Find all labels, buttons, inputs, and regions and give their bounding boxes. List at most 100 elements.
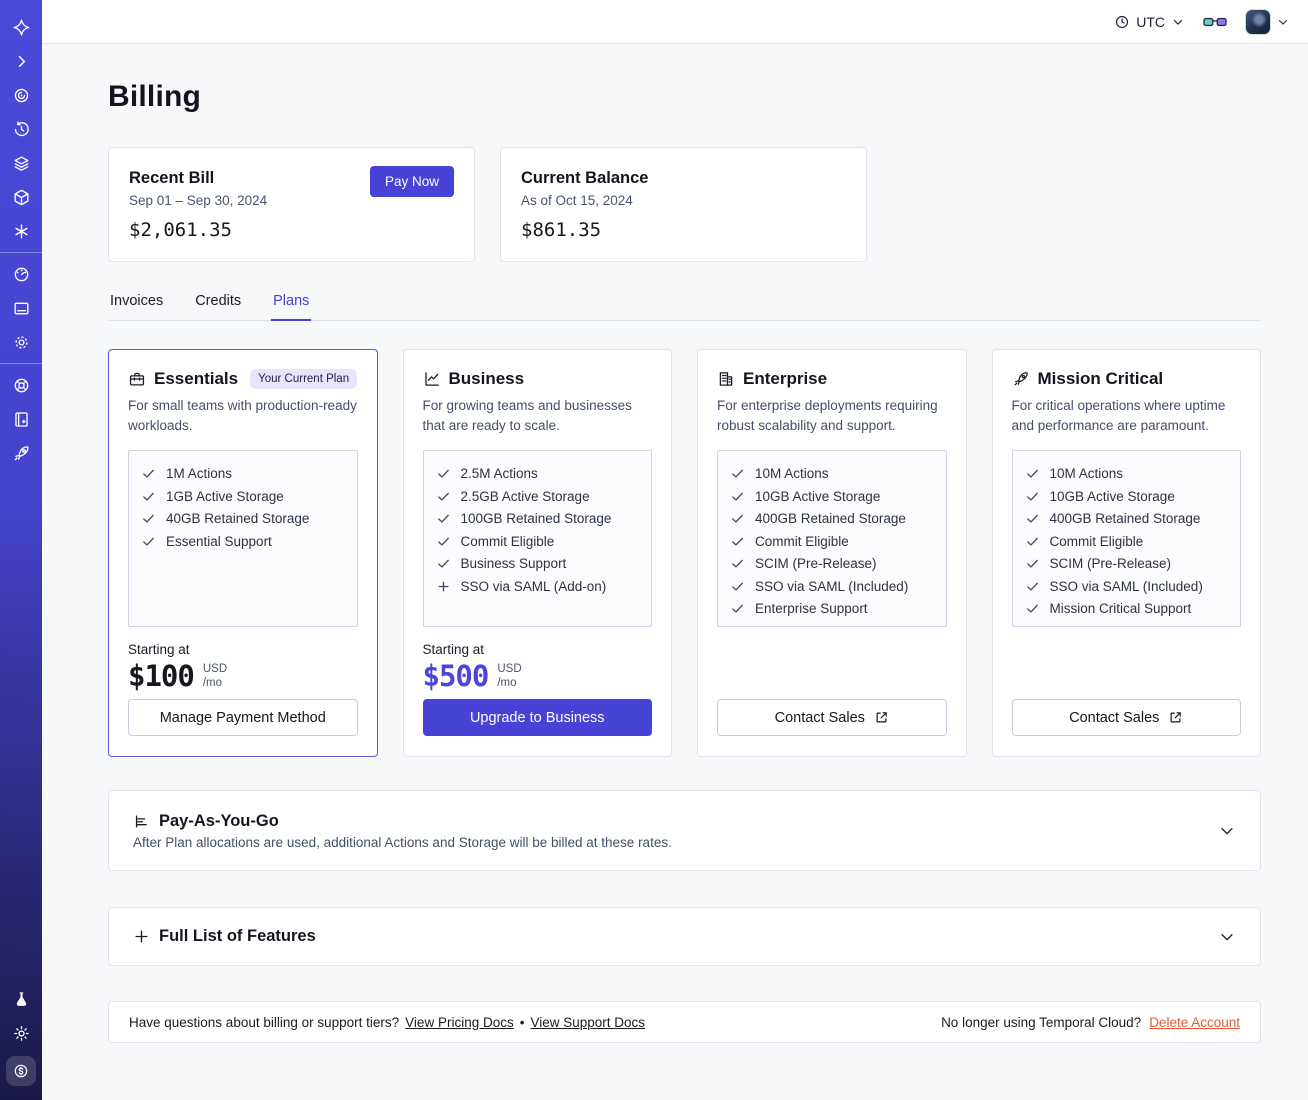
glasses-icon[interactable] [1203, 14, 1227, 30]
current-balance-title: Current Balance [521, 169, 649, 187]
footer-right-text: No longer using Temporal Cloud? [941, 1014, 1142, 1030]
chevron-down-icon [1171, 15, 1185, 29]
tab-invoices[interactable]: Invoices [108, 287, 165, 320]
footer-separator: • [519, 1014, 525, 1030]
plan-feature: 400GB Retained Storage [1025, 511, 1229, 526]
plan-feature: Commit Eligible [1025, 534, 1229, 549]
check-icon [436, 556, 451, 571]
check-icon [141, 466, 156, 481]
plan-feature: 10M Actions [1025, 466, 1229, 481]
pricing-docs-link[interactable]: View Pricing Docs [405, 1015, 514, 1030]
plan-feature: Commit Eligible [436, 534, 640, 549]
target-icon[interactable] [4, 78, 38, 112]
external-link-icon [1168, 710, 1183, 725]
check-icon [436, 534, 451, 549]
temporal-logo-icon[interactable] [4, 10, 38, 44]
price-currency: USD [497, 663, 522, 675]
support-docs-link[interactable]: View Support Docs [530, 1015, 645, 1030]
gauge-icon[interactable] [4, 257, 38, 291]
check-icon [1025, 489, 1040, 504]
book-icon[interactable] [4, 402, 38, 436]
plan-feature: 2.5M Actions [436, 466, 640, 481]
payg-subtitle: After Plan allocations are used, additio… [133, 834, 672, 850]
rocket-icon [1012, 370, 1030, 388]
plan-card-business: Business For growing teams and businesse… [402, 349, 672, 757]
rocket-icon[interactable] [4, 436, 38, 470]
timezone-picker[interactable]: UTC [1114, 14, 1185, 30]
plan-feature: SSO via SAML (Included) [730, 579, 934, 594]
plan-feature: Essential Support [141, 534, 345, 549]
plan-price: $100 [128, 659, 195, 693]
retry-clock-icon[interactable] [4, 112, 38, 146]
chevron-down-icon[interactable] [1218, 928, 1236, 946]
contact-sales-button[interactable]: Contact Sales [717, 699, 947, 736]
payg-accordion[interactable]: Pay-As-You-Go After Plan allocations are… [108, 790, 1261, 871]
cube-icon[interactable] [4, 180, 38, 214]
sun-icon[interactable] [4, 1016, 38, 1050]
check-icon [436, 466, 451, 481]
check-icon [1025, 511, 1040, 526]
current-balance-card: Current Balance As of Oct 15, 2024 $861.… [500, 147, 867, 262]
summary-row: Recent Bill Sep 01 – Sep 30, 2024 $2,061… [108, 147, 1261, 262]
plan-feature: Commit Eligible [730, 534, 934, 549]
current-plan-badge: Your Current Plan [250, 369, 358, 389]
starting-at-label: Starting at [422, 642, 485, 657]
lifebuoy-icon[interactable] [4, 368, 38, 402]
account-menu[interactable] [1245, 8, 1290, 35]
footer-question: Have questions about billing or support … [129, 1014, 400, 1030]
timezone-label: UTC [1136, 13, 1165, 30]
check-icon [730, 556, 745, 571]
topbar: UTC [42, 0, 1308, 44]
tab-plans[interactable]: Plans [271, 287, 312, 321]
plus-icon [133, 928, 150, 945]
plan-feature: Business Support [436, 556, 640, 571]
external-link-icon [874, 710, 889, 725]
layers-icon[interactable] [4, 146, 38, 180]
delete-account-link[interactable]: Delete Account [1149, 1015, 1240, 1030]
payg-title: Pay-As-You-Go [159, 811, 279, 830]
plan-feature: SCIM (Pre-Release) [730, 556, 934, 571]
plan-name: Enterprise [743, 369, 828, 388]
plan-feature-box: 2.5M Actions 2.5GB Active Storage 100GB Re… [422, 450, 652, 627]
recent-bill-card: Recent Bill Sep 01 – Sep 30, 2024 $2,061… [108, 147, 475, 262]
price-per: /mo [497, 677, 517, 689]
plan-name: Mission Critical [1037, 369, 1164, 388]
plan-name: Business [448, 369, 525, 388]
check-icon [436, 489, 451, 504]
check-icon [1025, 601, 1040, 616]
asterisk-icon[interactable] [4, 214, 38, 248]
chevron-right-icon[interactable] [4, 44, 38, 78]
plan-feature: SSO via SAML (Add-on) [436, 579, 640, 594]
plan-description: For enterprise deployments requiring rob… [717, 398, 938, 433]
check-icon [141, 511, 156, 526]
dollar-coin-icon[interactable] [6, 1056, 36, 1086]
main-content: Billing Recent Bill Sep 01 – Sep 30, 202… [42, 44, 1308, 1100]
check-icon [436, 511, 451, 526]
contact-sales-button[interactable]: Contact Sales [1011, 699, 1241, 736]
building-icon [717, 370, 735, 388]
plan-feature: 100GB Retained Storage [436, 511, 640, 526]
plans-grid: Essentials Your Current Plan For small t… [108, 349, 1261, 757]
full-features-accordion[interactable]: Full List of Features [108, 907, 1261, 966]
pay-now-button[interactable]: Pay Now [369, 166, 454, 197]
plan-card-mission-critical: Mission Critical For critical operations… [991, 349, 1261, 757]
tab-credits[interactable]: Credits [193, 287, 243, 320]
price-currency: USD [202, 663, 228, 675]
current-balance-amount: $861.35 [521, 219, 602, 241]
manage-payment-button[interactable]: Manage Payment Method [128, 699, 358, 736]
gear-icon[interactable] [4, 325, 38, 359]
check-icon [141, 534, 156, 549]
plan-feature-box: 1M Actions 1GB Active Storage 40GB Retaine… [128, 450, 358, 627]
plan-feature: 1GB Active Storage [141, 489, 345, 504]
flask-icon[interactable] [4, 982, 38, 1016]
plan-feature: 1M Actions [141, 466, 345, 481]
card-icon[interactable] [4, 291, 38, 325]
upgrade-business-button[interactable]: Upgrade to Business [422, 699, 652, 736]
sidebar-divider [0, 252, 42, 253]
plan-price-block: Starting at $100 USD /mo [128, 642, 358, 693]
recent-bill-amount: $2,061.35 [129, 219, 232, 241]
check-icon [1025, 579, 1040, 594]
chevron-down-icon[interactable] [1218, 822, 1236, 840]
clock-icon [1114, 14, 1130, 30]
plan-name: Essentials [154, 369, 239, 388]
